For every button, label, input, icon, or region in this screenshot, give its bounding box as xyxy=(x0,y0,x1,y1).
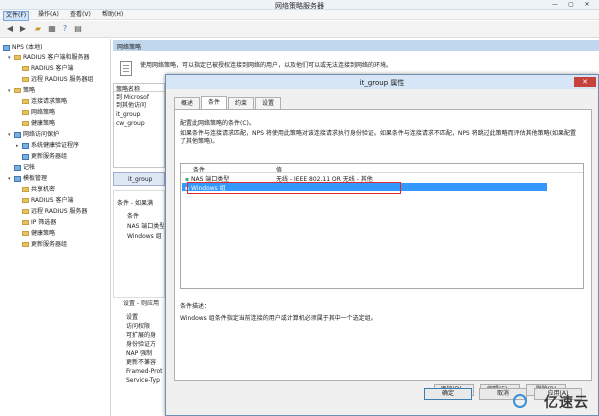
highlight-annotation xyxy=(187,182,401,194)
settings-summary: 设置 - 则应用 设置 访问权限 可扩展的身 身份验证方 NAP 强制 更新不兼… xyxy=(113,300,165,416)
toolbar: ◀ ▶ ▰ ▦ ? ▤ xyxy=(0,21,599,38)
forward-icon[interactable]: ▶ xyxy=(18,24,28,34)
tree-item-shv[interactable]: ▸ 系统健康验证程序 xyxy=(16,142,79,150)
tree-item-tpl-remediation[interactable]: 更新服务器组 xyxy=(22,241,67,249)
folder-icon xyxy=(14,88,21,93)
templates-icon xyxy=(14,175,21,182)
policy-list-header[interactable]: 策略名称 xyxy=(114,84,164,93)
tree-item-ip-filters[interactable]: IP 筛选器 xyxy=(22,219,56,227)
folder-icon xyxy=(22,198,29,203)
grid-divider xyxy=(181,172,583,173)
ok-button[interactable]: 确定 xyxy=(424,388,472,400)
close-button[interactable]: ✕ xyxy=(581,1,593,9)
dialog-title: it_group 属性 xyxy=(359,79,405,87)
description-text: Windows 组条件指定当前连接的用户或计算机必须属于其中一个选定组。 xyxy=(180,315,377,322)
maximize-button[interactable]: ▢ xyxy=(565,1,577,9)
folder-icon xyxy=(22,209,29,214)
folder-icon xyxy=(22,77,29,82)
validator-icon xyxy=(22,142,29,149)
tab-constraints[interactable]: 约束 xyxy=(228,97,254,109)
properties-dialog: it_group 属性 ✕ 概述 条件 约束 设置 配置此网络策略的条件(C)。… xyxy=(165,74,599,416)
watermark-logo-icon xyxy=(513,394,527,408)
server-icon xyxy=(3,44,10,51)
folder-icon xyxy=(14,55,21,60)
properties-icon[interactable]: ▤ xyxy=(73,24,83,34)
dialog-titlebar: it_group 属性 ✕ xyxy=(166,75,598,89)
tree-item-accounting[interactable]: 记帐 xyxy=(14,164,35,172)
console-tree-icon[interactable]: ▦ xyxy=(47,24,57,34)
tree-item-remediation[interactable]: 更新服务器组 xyxy=(22,153,67,161)
tree-item-tpl-remote-radius[interactable]: 远程 RADIUS 服务器 xyxy=(22,208,87,216)
menu-file[interactable]: 文件(F) xyxy=(3,11,30,21)
window-titlebar: 网络策略服务器 — ▢ ✕ xyxy=(0,0,599,10)
list-item[interactable]: 到其他访问 xyxy=(116,102,146,110)
tree-item-network-policies[interactable]: 网络策略 xyxy=(22,109,55,117)
shield-icon xyxy=(14,131,21,138)
description-label: 条件描述： xyxy=(180,303,211,310)
folder-icon xyxy=(22,121,29,126)
tab-overview[interactable]: 概述 xyxy=(174,97,200,109)
watermark: 亿速云 xyxy=(544,395,589,411)
pane-header: 网络策略 xyxy=(113,40,599,51)
list-item[interactable]: it_group xyxy=(116,111,140,119)
folder-icon xyxy=(22,187,29,192)
policy-list: 策略名称 到 Microsof 到其他访问 it_group cw_group xyxy=(113,83,165,168)
folder-icon xyxy=(22,231,29,236)
folder-icon xyxy=(22,220,29,225)
tree-root[interactable]: NPS (本地) xyxy=(3,44,43,52)
tree-item-policies[interactable]: ▾ 策略 xyxy=(8,87,35,95)
tree-item-tpl-radius-clients[interactable]: RADIUS 客户端 xyxy=(22,197,74,205)
menu-action[interactable]: 操作(A) xyxy=(36,11,61,19)
folder-icon xyxy=(22,66,29,71)
tree-item-health-policies[interactable]: 健康策略 xyxy=(22,120,55,128)
tree-item-nap[interactable]: ▾ 网络访问保护 xyxy=(8,131,59,139)
back-icon[interactable]: ◀ xyxy=(5,24,15,34)
dialog-close-button[interactable]: ✕ xyxy=(574,77,596,87)
folder-icon xyxy=(22,242,29,247)
tab-conditions[interactable]: 条件 xyxy=(201,96,227,109)
tree-item-templates[interactable]: ▾ 模板管理 xyxy=(8,175,47,183)
help-icon[interactable]: ? xyxy=(60,24,70,34)
console-tree: NPS (本地) ▾ RADIUS 客户端和服务器 RADIUS 客户端 远程 R… xyxy=(0,39,111,416)
tree-item-remote-radius[interactable]: 远程 RADIUS 服务器组 xyxy=(22,76,93,84)
conditions-panel: 配置此网络策略的条件(C)。 如果条件与连接请求匹配，NPS 将使用此策略对该连… xyxy=(174,109,592,396)
menu-help[interactable]: 帮助(H) xyxy=(100,11,125,19)
tree-item-radius-clients[interactable]: RADIUS 客户端 xyxy=(22,65,74,73)
tree-item-connection-request[interactable]: 连接请求策略 xyxy=(22,98,67,106)
tab-settings[interactable]: 设置 xyxy=(255,97,281,109)
document-icon xyxy=(120,61,132,76)
tree-item-shared-secrets[interactable]: 共享机密 xyxy=(22,186,55,194)
folder-icon xyxy=(22,110,29,115)
conditions-explanation: 如果条件与连接请求匹配，NPS 将使用此策略对该连接请求执行身份验证。如果条件与… xyxy=(180,130,576,145)
info-text: 使用网络策略，可以指定已被授权连接到网络的用户，以及他们可以或无法连接到网络的环… xyxy=(140,62,393,69)
folder-up-icon[interactable]: ▰ xyxy=(33,24,43,34)
list-item[interactable]: cw_group xyxy=(116,120,145,128)
selected-policy-bar: it_group xyxy=(113,172,165,186)
minimize-button[interactable]: — xyxy=(549,1,561,9)
list-item[interactable]: 到 Microsof xyxy=(116,94,149,102)
tree-item-tpl-health-policies[interactable]: 健康策略 xyxy=(22,230,55,238)
conditions-summary: 条件 - 如果满 条件 NAS 端口类型 Windows 组 xyxy=(113,190,165,298)
accounting-icon xyxy=(14,164,21,171)
conditions-heading: 配置此网络策略的条件(C)。 xyxy=(180,120,255,127)
folder-icon xyxy=(22,99,29,104)
menu-view[interactable]: 查看(V) xyxy=(68,11,93,19)
menu-bar: 文件(F) 操作(A) 查看(V) 帮助(H) xyxy=(0,10,599,21)
server-group-icon xyxy=(22,153,29,160)
conditions-grid: 条件 值 ▪ NAS 端口类型 无线 - IEEE 802.11 OR 无线 -… xyxy=(180,163,584,289)
tree-item-radius[interactable]: ▾ RADIUS 客户端和服务器 xyxy=(8,54,90,62)
